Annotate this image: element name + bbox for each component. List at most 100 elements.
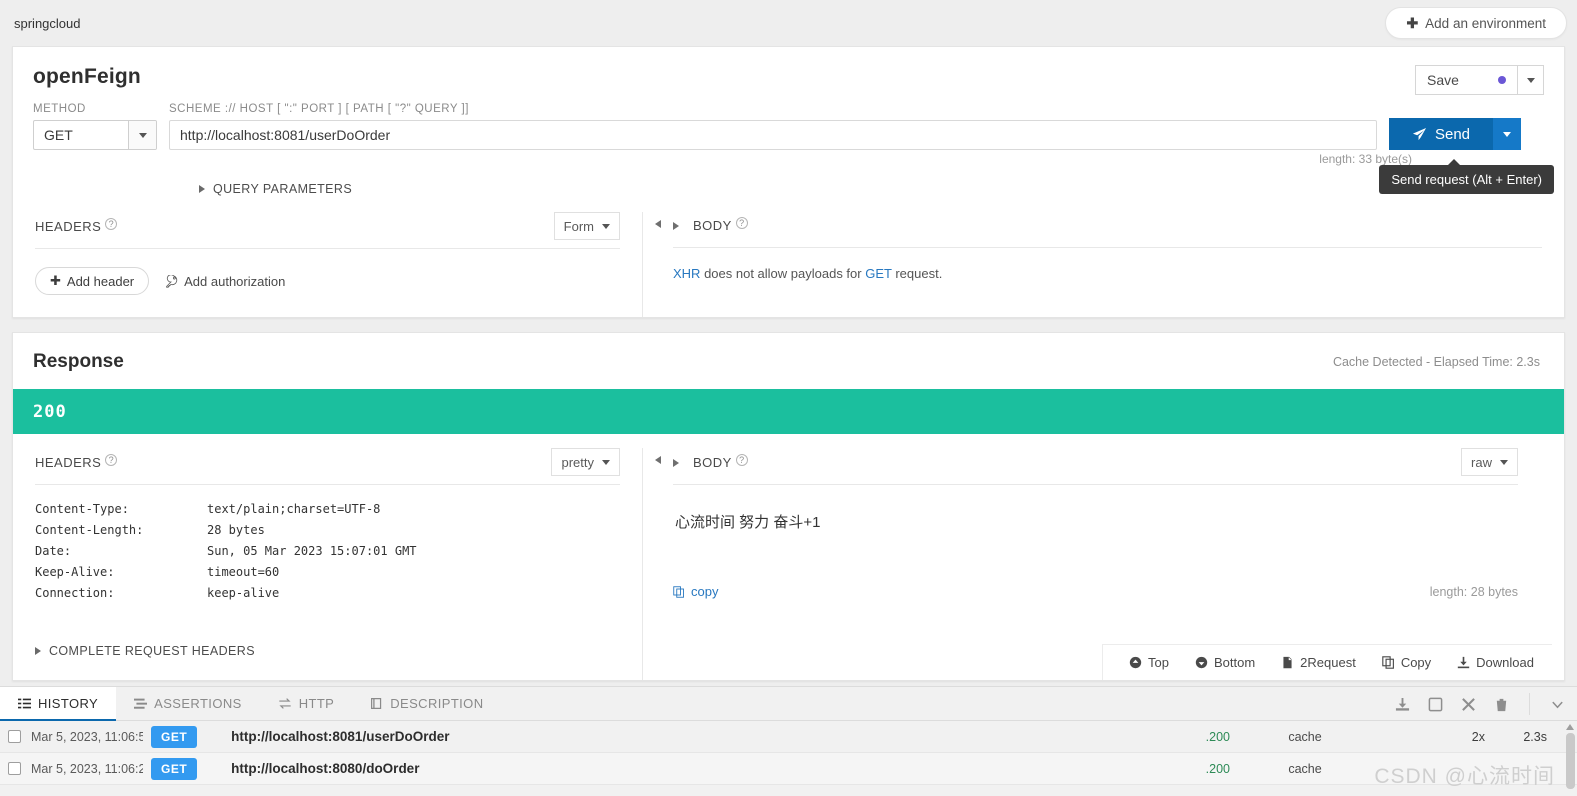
response-headers-view-select[interactable]: pretty (551, 448, 620, 476)
copy-label: copy (691, 584, 719, 599)
request-headers-title-group: HEADERS ? (35, 217, 118, 234)
note-middle: does not allow payloads for (700, 266, 866, 281)
help-icon[interactable]: ? (105, 217, 118, 230)
response-body-title: BODY (693, 454, 732, 470)
response-card: Response Cache Detected - Elapsed Time: … (12, 332, 1565, 681)
table-row[interactable]: Mar 5, 2023, 11:06:5 GET http://localhos… (0, 721, 1577, 753)
tab-assertions[interactable]: ASSERTIONS (116, 687, 260, 720)
xhr-link[interactable]: XHR (673, 266, 700, 281)
get-method-link[interactable]: GET (865, 266, 892, 281)
history-time: Mar 5, 2023, 11:06:2 (31, 761, 143, 776)
tab-http[interactable]: HTTP (260, 687, 353, 720)
request-headers-title: HEADERS (35, 218, 102, 234)
send-button[interactable]: Send (1389, 118, 1493, 150)
method-badge: GET (151, 725, 198, 748)
url-input[interactable] (169, 120, 1377, 150)
table-row[interactable]: Mar 5, 2023, 11:06:2 GET http://localhos… (0, 753, 1577, 785)
history-status: .200 (1205, 729, 1230, 744)
response-body-content-wrap: 心流时间 努力 奋斗+1 copy length: 28 bytes (673, 485, 1518, 621)
copy-response-button[interactable]: Copy (1382, 655, 1431, 670)
chevron-down-icon (602, 459, 610, 465)
triangle-left-icon[interactable] (655, 220, 661, 228)
add-environment-button[interactable]: ✚ Add an environment (1385, 7, 1567, 39)
arrow-up-circle-icon (1129, 656, 1142, 669)
save-button[interactable]: Save (1415, 65, 1517, 95)
chevron-down-icon[interactable] (1550, 697, 1565, 712)
header-key: Connection: (35, 586, 115, 600)
add-authorization-label: Add authorization (184, 273, 286, 289)
select-all-icon[interactable] (1428, 697, 1443, 712)
tab-description-label: DESCRIPTION (390, 696, 484, 711)
note-suffix: request. (891, 266, 943, 281)
app-root: springcloud ✚ Add an environment openFei… (0, 0, 1577, 796)
history-url[interactable]: http://localhost:8081/userDoOrder (231, 729, 449, 744)
status-bar: 200 (13, 389, 1564, 434)
triangle-right-icon[interactable] (673, 458, 679, 467)
chevron-down-icon (1503, 131, 1511, 137)
download-response-label: Download (1476, 655, 1534, 670)
row-checkbox[interactable] (8, 762, 21, 775)
plus-icon: ✚ (50, 273, 61, 288)
header-value: text/plain;charset=UTF-8 (207, 502, 381, 516)
clear-icon[interactable] (1461, 697, 1476, 712)
header-value: timeout=60 (207, 565, 280, 579)
help-icon[interactable]: ? (735, 453, 748, 466)
history-times: 2x (1471, 729, 1485, 744)
copy-body-button[interactable]: copy (673, 584, 718, 599)
request-body-title: BODY (693, 218, 732, 233)
request-body-body: XHR does not allow payloads for GET requ… (673, 248, 1542, 303)
triangle-right-icon[interactable] (673, 222, 679, 230)
tab-description[interactable]: DESCRIPTION (352, 687, 501, 720)
response-headers-view-value: pretty (561, 454, 594, 470)
header-key: Content-Length: (35, 523, 144, 537)
send-label: Send (1434, 125, 1471, 143)
workspace-name: springcloud (14, 15, 81, 31)
scroll-bottom-button[interactable]: Bottom (1195, 655, 1255, 670)
history-toolbar (1395, 687, 1571, 721)
history-tabs: HISTORY ASSERTIONS HTTP DESCRIPTION (0, 687, 1577, 721)
tab-history-label: HISTORY (38, 695, 99, 711)
scroll-top-button[interactable]: Top (1129, 655, 1169, 670)
help-icon[interactable]: ? (105, 453, 118, 466)
help-icon[interactable]: ? (735, 217, 748, 229)
to-request-label: 2Request (1300, 655, 1356, 670)
save-options-button[interactable] (1517, 65, 1544, 95)
status-code: 200 (33, 401, 67, 422)
save-label: Save (1427, 72, 1459, 88)
chevron-down-icon (138, 132, 147, 138)
query-parameters-toggle[interactable]: QUERY PARAMETERS (199, 182, 1544, 196)
method-field: METHOD GET (33, 103, 157, 150)
query-parameters-label: QUERY PARAMETERS (213, 182, 353, 196)
request-icon (1283, 656, 1292, 669)
request-header: openFeign Save (13, 47, 1564, 95)
top-bar: springcloud ✚ Add an environment (0, 0, 1577, 46)
header-key: Content-Type: (35, 502, 129, 516)
response-body-view-select[interactable]: raw (1461, 448, 1518, 476)
send-options-button[interactable] (1493, 118, 1521, 150)
method-badge: GET (151, 757, 198, 780)
method-dropdown-button[interactable] (128, 121, 156, 149)
tab-history[interactable]: HISTORY (0, 687, 117, 721)
response-body-view-value: raw (1471, 454, 1492, 470)
download-response-button[interactable]: Download (1457, 655, 1534, 670)
response-headers-header: HEADERS ? pretty (35, 448, 620, 485)
history-scrollbar-thumb[interactable] (1566, 733, 1575, 789)
history-url[interactable]: http://localhost:8080/doOrder (231, 761, 419, 776)
download-icon[interactable] (1395, 697, 1410, 712)
response-pane-nav-left (643, 448, 673, 680)
complete-request-headers-toggle[interactable]: COMPLETE REQUEST HEADERS (35, 636, 620, 658)
paper-plane-icon (1412, 127, 1427, 140)
trash-icon[interactable] (1494, 697, 1509, 712)
header-key: Keep-Alive: (35, 565, 115, 579)
method-label: METHOD (33, 103, 86, 115)
row-checkbox[interactable] (8, 730, 21, 743)
add-header-button[interactable]: ✚ Add header (35, 267, 150, 295)
chevron-down-icon (1526, 77, 1535, 83)
scroll-up-arrow-icon[interactable] (1566, 724, 1574, 730)
add-authorization-button[interactable]: Add authorization (165, 274, 285, 289)
method-select[interactable]: GET (33, 120, 157, 150)
copy-response-label: Copy (1400, 655, 1432, 670)
request-headers-view-select[interactable]: Form (553, 212, 620, 240)
to-request-button[interactable]: 2Request (1281, 655, 1356, 670)
triangle-left-icon[interactable] (655, 456, 661, 464)
